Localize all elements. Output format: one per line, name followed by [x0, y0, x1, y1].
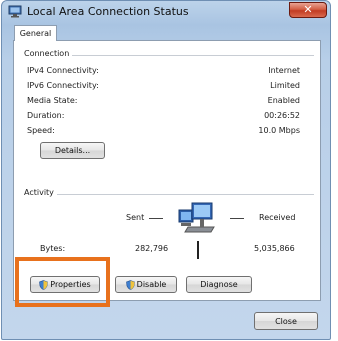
speed-label: Speed:	[27, 126, 55, 135]
ipv4-label: IPv4 Connectivity:	[27, 66, 99, 75]
disable-button[interactable]: Disable	[115, 276, 177, 293]
activity-divider-bar	[197, 241, 199, 259]
window-title: Local Area Connection Status	[27, 5, 189, 18]
tab-general[interactable]: General	[14, 25, 57, 41]
received-dash	[230, 218, 244, 219]
ipv6-value: Limited	[270, 81, 300, 90]
close-icon: ✕	[303, 3, 313, 16]
details-button[interactable]: Details...	[40, 142, 105, 159]
title-close-button[interactable]: ✕	[289, 2, 327, 18]
network-adapter-icon	[8, 5, 22, 18]
connection-group-label: Connection	[24, 49, 73, 58]
close-button[interactable]: Close	[254, 312, 318, 330]
speed-value: 10.0 Mbps	[258, 126, 300, 135]
bytes-sent-value: 282,796	[135, 244, 169, 253]
properties-highlight	[15, 257, 110, 307]
title-bar[interactable]: Local Area Connection Status ✕	[2, 1, 330, 25]
network-computers-icon	[178, 202, 215, 233]
bytes-label: Bytes:	[40, 244, 66, 253]
media-state-label: Media State:	[27, 96, 78, 105]
shield-icon	[125, 279, 135, 290]
status-dialog: Local Area Connection Status ✕ General C…	[1, 0, 331, 340]
disable-label: Disable	[136, 280, 167, 289]
received-label: Received	[259, 213, 296, 222]
diagnose-button[interactable]: Diagnose	[186, 276, 252, 293]
duration-value: 00:26:52	[264, 111, 300, 120]
duration-label: Duration:	[27, 111, 65, 120]
bytes-received-value: 5,035,866	[254, 244, 295, 253]
ipv6-label: IPv6 Connectivity:	[27, 81, 99, 90]
sent-dash	[149, 218, 163, 219]
sent-label: Sent	[126, 213, 145, 222]
activity-divider	[24, 194, 314, 195]
ipv4-value: Internet	[268, 66, 300, 75]
media-state-value: Enabled	[267, 96, 300, 105]
activity-group-label: Activity	[24, 188, 57, 197]
